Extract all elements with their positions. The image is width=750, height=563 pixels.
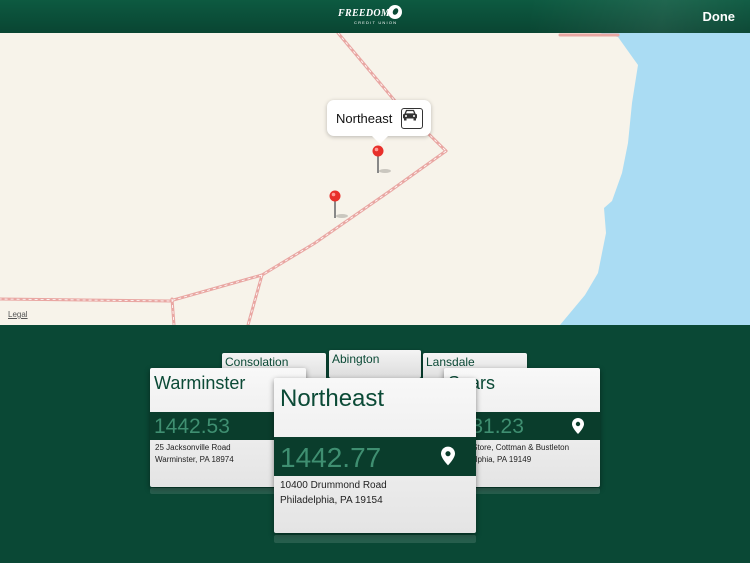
red-pin-icon (372, 145, 391, 173)
car-icon (403, 109, 417, 121)
address-line: Warminster, PA 18974 (155, 454, 234, 464)
branch-carousel[interactable]: Consolation Abington Lansdale Sears 1431… (0, 325, 750, 563)
branch-card-title: Lansdale (426, 355, 475, 369)
map-view[interactable]: Legal Northeast (0, 33, 750, 325)
map-callout[interactable]: Northeast (327, 100, 431, 144)
branch-card-abington[interactable]: Abington (329, 350, 421, 378)
map-pin-branch[interactable] (328, 190, 348, 220)
branch-card-title: Northeast (280, 385, 385, 412)
branch-card-title: Abington (332, 352, 380, 366)
location-pin-icon[interactable] (441, 446, 455, 466)
top-bar: FREEDOM CREDIT UNION Done (0, 0, 750, 33)
branch-address: 25 Jacksonville Road Warminster, PA 1897… (155, 442, 234, 465)
logo-mark-icon (388, 5, 402, 19)
card-reflection (274, 535, 476, 543)
address-line: 10400 Drummond Road (280, 480, 387, 491)
logo-subtext: CREDIT UNION (354, 20, 398, 25)
map-pin-northeast[interactable] (371, 145, 391, 175)
address-line: Philadelphia, PA 19154 (280, 494, 383, 506)
logo-wordmark: FREEDOM (338, 8, 391, 19)
water-area (560, 33, 750, 325)
address-line: 25 Jacksonville Road (155, 443, 231, 452)
directions-button[interactable] (401, 108, 423, 129)
red-pin-icon (329, 190, 348, 218)
callout-label: Northeast (336, 111, 393, 126)
branch-address: 10400 Drummond Road Philadelphia, PA 191… (280, 479, 387, 508)
branch-card-northeast[interactable]: Northeast 1442.77 10400 Drummond Road Ph… (274, 378, 476, 533)
freedom-credit-union-logo: FREEDOM CREDIT UNION (338, 5, 410, 27)
done-button[interactable]: Done (703, 9, 736, 24)
map-canvas (0, 33, 750, 325)
distance-value: 1442.77 (280, 442, 382, 473)
location-pin-icon (572, 418, 584, 434)
branch-card-title: Warminster (154, 373, 246, 393)
distance-value: 1442.53 (154, 415, 230, 438)
legal-link[interactable]: Legal (8, 310, 28, 319)
branch-card-title: Consolation (225, 355, 289, 369)
